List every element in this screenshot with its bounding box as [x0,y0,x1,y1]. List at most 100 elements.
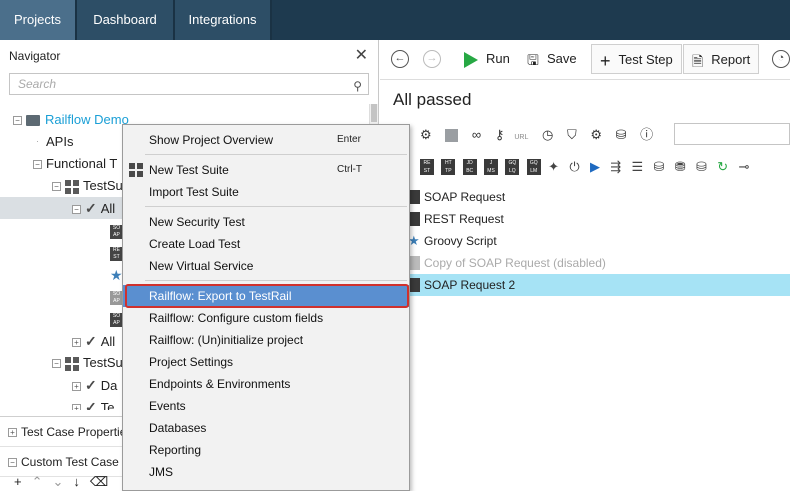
condition-icon[interactable]: ⇶ [610,159,621,175]
step-item[interactable]: ★ Groovy Script [380,230,790,252]
save-button[interactable]: 🖫 Save [527,44,577,74]
menu-separator [145,280,407,281]
gauge-icon[interactable]: ◔ [772,50,790,68]
expand-icon[interactable]: + [72,382,81,392]
tab-integrations[interactable]: Integrations [175,0,272,40]
menu-label: Railflow: Configure custom fields [149,311,324,325]
menu-item-endpoints[interactable]: Endpoints & Environments [123,373,409,395]
step-label: Groovy Script [424,234,497,248]
database-icon[interactable]: ⛁ [616,127,627,142]
step-item[interactable]: SOAP Request [380,186,790,208]
tree-item-testcase-2[interactable]: + ✓ All [72,330,115,352]
tree-item-da[interactable]: + ✓ Da [72,374,117,396]
plus-icon: + [600,50,611,71]
tree-item-te[interactable]: + ✓ Te [72,396,114,410]
clear-icon[interactable]: ⌫ [90,474,118,489]
menu-item-create-load-test[interactable]: Create Load Test [123,233,409,255]
scroll-thumb[interactable] [371,104,377,122]
tree-label: Functional T [46,156,118,171]
info-icon[interactable]: ⓘ [640,127,653,142]
run-button[interactable]: Run [464,44,510,74]
timer-icon[interactable]: ◷ [542,127,553,142]
key-icon[interactable]: ⚷ [495,127,505,142]
loop-icon[interactable]: ∞ [472,127,481,142]
expand-icon[interactable]: + [72,404,81,410]
highlight-outline [125,284,409,308]
jdbc-step-icon[interactable]: JD BC [462,159,477,175]
tab-projects[interactable]: Projects [0,0,77,40]
tab-dashboard[interactable]: Dashboard [77,0,175,40]
bug-icon[interactable]: ⚙ [420,127,432,142]
menu-item-new-virtual-service[interactable]: New Virtual Service [123,255,409,277]
play-icon [464,51,478,68]
tree-item-functional[interactable]: − Functional T [33,153,117,175]
search-input[interactable]: Search ⚲ [9,73,369,95]
add-icon[interactable]: + [14,474,32,489]
collapse-icon[interactable]: − [72,205,81,215]
forward-icon[interactable]: → [423,50,441,68]
stop-icon[interactable] [445,129,459,143]
sort-icon[interactable]: ↓ [73,474,90,489]
step-item[interactable]: REST Request [380,208,790,230]
tree-step-groovy[interactable]: ★ [110,264,123,286]
plug-icon[interactable]: ⏻ [569,159,579,175]
shield-icon[interactable]: ⛉ [567,127,577,142]
menu-item-railflow-initialize[interactable]: Railflow: (Un)initialize project [123,329,409,351]
menu-item-project-settings[interactable]: Project Settings [123,351,409,373]
move-up-icon[interactable]: ⌃ [32,474,53,489]
tree-label: All [100,334,116,349]
collapse-icon[interactable]: − [13,116,22,126]
tree-item-project[interactable]: − Railflow Demo [13,109,129,131]
collapse-icon[interactable]: − [52,359,61,369]
datasink-icon[interactable]: ⛃ [675,159,686,175]
jms-step-icon[interactable]: J MS [484,159,499,175]
menu-item-databases[interactable]: Databases [123,417,409,439]
rest-step-icon[interactable]: RE ST [420,159,434,175]
data-gen-icon[interactable]: ⛁ [696,159,707,175]
tree-item-apis[interactable]: · APIs [33,131,73,153]
filter-input[interactable] [674,123,790,145]
menu-item-railflow-configure[interactable]: Railflow: Configure custom fields [123,307,409,329]
more-icon[interactable]: ⊸ [739,159,750,175]
close-icon[interactable]: ✕ [355,40,368,72]
tree-item-testsuite-2[interactable]: − TestSu [52,352,123,374]
menu-label: Railflow: (Un)initialize project [149,333,304,347]
menu-item-reporting[interactable]: Reporting [123,439,409,461]
back-icon[interactable]: ← [391,50,409,68]
graphql-mutation-icon[interactable]: GQ LM [526,159,541,175]
loop-step-icon[interactable]: ↻ [717,159,728,175]
menu-item-show-project-overview[interactable]: Show Project Overview Enter [123,129,409,151]
collapse-icon[interactable]: − [33,160,42,170]
tree-label: APIs [46,134,74,149]
expand-icon[interactable]: + [8,428,17,438]
http-step-icon[interactable]: HT TP [441,159,456,175]
check-icon: ✓ [85,200,97,216]
tree-item-testsuite-1[interactable]: − TestSu [52,175,123,197]
graphql-step-icon[interactable]: GQ LQ [505,159,520,175]
menu-item-jms[interactable]: JMS [123,461,409,483]
report-button[interactable]: 🗎 Report [683,44,760,74]
tree-label: Te [100,400,115,410]
run-step-icon[interactable]: ▶ [590,159,600,175]
menu-item-new-test-suite[interactable]: New Test Suite Ctrl-T [123,159,409,181]
editor-toolbar: ← → Run 🖫 Save + Test Step 🗎 Report ◔ [380,40,790,80]
collapse-icon[interactable]: − [8,458,17,468]
tree-label: Da [100,378,118,393]
settings-icon[interactable]: ⚙ [590,127,602,142]
menu-item-events[interactable]: Events [123,395,409,417]
datasource-icon[interactable]: ⛁ [654,159,665,175]
branch-icon[interactable]: ☰ [632,159,644,175]
url-label: URL [514,134,529,141]
collapse-icon[interactable]: − [52,182,61,192]
step-type-toolbar: RE ST HT TP JD BC J MS GQ LQ GQ LM ✦ ⏻ ▶ ⇶ ☰ ⛁… [420,159,756,179]
move-down-icon[interactable]: ⌄ [53,474,74,489]
step-item-selected[interactable]: SOAP Request 2 [380,274,790,296]
graph-icon[interactable]: ✦ [548,159,559,175]
test-step-list: SOAP Request REST Request ★ Groovy Script… [380,186,790,296]
expand-icon[interactable]: · [33,138,42,148]
menu-item-new-security-test[interactable]: New Security Test [123,211,409,233]
expand-icon[interactable]: + [72,338,81,348]
menu-item-import-test-suite[interactable]: Import Test Suite [123,181,409,203]
test-step-button[interactable]: + Test Step [591,44,682,74]
step-item-disabled[interactable]: Copy of SOAP Request (disabled) [380,252,790,274]
